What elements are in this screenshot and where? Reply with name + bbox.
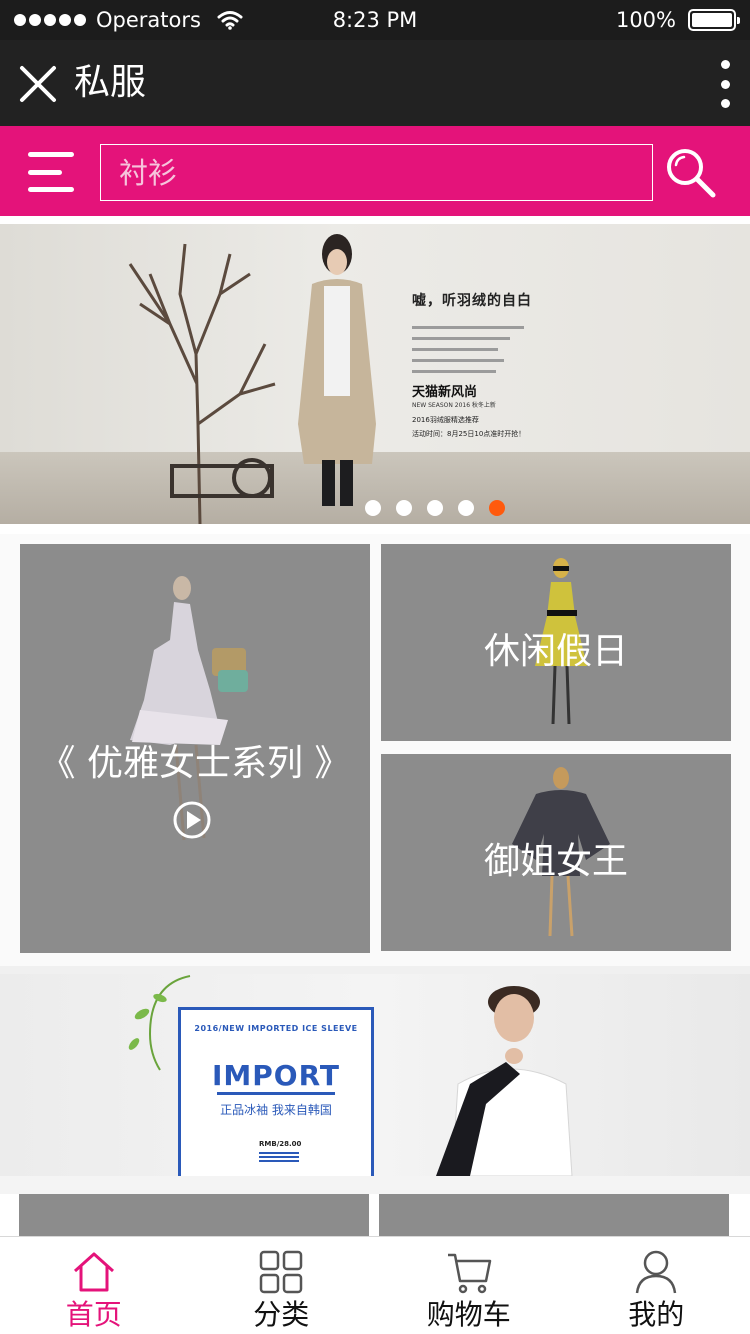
play-circle-icon[interactable] — [172, 800, 212, 840]
import-price: RMB/28.00 — [259, 1140, 302, 1148]
page-title: 私服 — [74, 62, 147, 103]
tab-bar: 首页 分类 购物车 我的 — [0, 1236, 750, 1334]
import-title: IMPORT — [211, 1059, 340, 1092]
import-subtitle: 正品冰袖 我来自韩国 — [220, 1103, 332, 1117]
menu-button[interactable] — [28, 152, 78, 192]
import-top-text: 2016/NEW IMPORTED ICE SLEEVE — [194, 1024, 358, 1033]
tab-home[interactable]: 首页 — [0, 1237, 188, 1334]
tab-category[interactable]: 分类 — [188, 1237, 376, 1334]
search-icon — [667, 149, 716, 198]
banner-brand: 天猫新风尚 — [412, 385, 478, 400]
tree-illustration — [128, 243, 276, 524]
tab-label: 我的 — [628, 1298, 685, 1331]
carousel-dot[interactable] — [458, 500, 474, 516]
model-illustration — [298, 234, 376, 506]
import-price-stripes — [259, 1152, 299, 1164]
banner-brand-sub: NEW SEASON 2016 秋冬上新 — [412, 402, 496, 409]
carousel-dot-active[interactable] — [489, 500, 505, 516]
tab-label: 首页 — [65, 1298, 122, 1331]
user-icon — [636, 1250, 677, 1294]
tile-elegant-lady[interactable]: 《 优雅女士系列 》 — [20, 544, 370, 953]
status-bar: Operators 8:23 PM 100% — [0, 0, 750, 40]
tile-label: 休闲假日 — [483, 631, 628, 672]
section-divider — [0, 966, 750, 974]
tile-label: 《 优雅女士系列 》 — [39, 743, 351, 784]
tile-label: 御姐女王 — [483, 841, 628, 882]
search-input[interactable] — [100, 144, 653, 201]
tab-label: 分类 — [253, 1298, 310, 1331]
carousel-dot[interactable] — [365, 500, 381, 516]
banner-copy-lines — [412, 326, 592, 373]
tab-label: 购物车 — [426, 1298, 511, 1331]
carousel-dot[interactable] — [427, 500, 443, 516]
import-banner[interactable]: 2016/NEW IMPORTED ICE SLEEVE IMPORT 正品冰袖… — [0, 974, 750, 1176]
more-vertical-icon — [720, 60, 730, 69]
hero-banner[interactable]: 嘘，听羽绒的自白 天猫新风尚 NEW SEASON 2016 秋冬上新 2016… — [0, 224, 750, 524]
search-bar — [0, 126, 750, 216]
import-card: 2016/NEW IMPORTED ICE SLEEVE IMPORT 正品冰袖… — [178, 1007, 374, 1176]
banner-line2: 活动时间：8月25日10点准时开抢！ — [412, 430, 526, 438]
section-divider — [0, 1176, 750, 1194]
title-bar: 私服 — [0, 40, 750, 126]
banner-line1: 2016羽绒服精选推荐 — [412, 416, 479, 424]
male-model-illustration — [436, 986, 573, 1176]
tile-queen-style[interactable]: 御姐女王 — [381, 754, 731, 951]
carousel-dots — [0, 500, 750, 516]
battery-icon — [688, 9, 740, 31]
cart-icon — [447, 1253, 491, 1294]
banner-heading: 嘘，听羽绒的自白 — [412, 293, 532, 309]
battery-percent: 100% — [615, 8, 676, 32]
status-right: 100% — [615, 0, 740, 40]
menu-icon — [28, 152, 74, 157]
search-button[interactable] — [664, 146, 718, 200]
import-divider — [217, 1092, 335, 1095]
tile-casual-holiday[interactable]: 休闲假日 — [381, 544, 731, 741]
category-grid: 《 优雅女士系列 》 休闲假日 御姐女王 — [0, 534, 750, 966]
tab-cart[interactable]: 购物车 — [375, 1237, 563, 1334]
carousel-dot[interactable] — [396, 500, 412, 516]
close-icon — [20, 66, 56, 102]
tab-profile[interactable]: 我的 — [563, 1237, 750, 1334]
more-options-button[interactable] — [718, 60, 732, 108]
grid-icon — [260, 1250, 303, 1294]
home-icon — [73, 1252, 114, 1292]
banner-text: 嘘，听羽绒的自白 天猫新风尚 NEW SEASON 2016 秋冬上新 2016… — [412, 290, 592, 439]
close-button[interactable] — [18, 64, 58, 104]
